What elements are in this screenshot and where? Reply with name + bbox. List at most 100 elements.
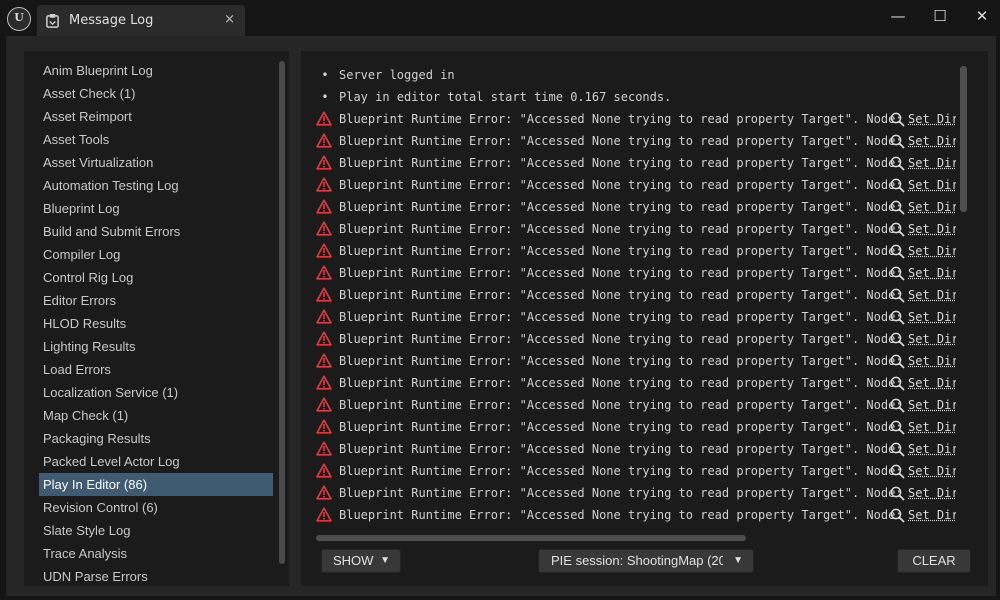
maximize-button[interactable]: ☐ [924, 4, 956, 28]
log-row-error[interactable]: Blueprint Runtime Error: "Accessed None … [316, 218, 956, 240]
sidebar-item[interactable]: Asset Virtualization [39, 151, 273, 174]
log-row-error[interactable]: Blueprint Runtime Error: "Accessed None … [316, 416, 956, 438]
node-link[interactable]: Set Dir [908, 174, 956, 196]
sidebar-item[interactable]: HLOD Results [39, 312, 273, 335]
sidebar-item[interactable]: Asset Reimport [39, 105, 273, 128]
log-row-error[interactable]: Blueprint Runtime Error: "Accessed None … [316, 284, 956, 306]
log-row-error[interactable]: Blueprint Runtime Error: "Accessed None … [316, 350, 956, 372]
find-in-blueprint-icon[interactable] [890, 486, 905, 501]
sidebar-item[interactable]: Asset Check (1) [39, 82, 273, 105]
node-link[interactable]: Set Dir [908, 438, 956, 460]
find-in-blueprint-icon[interactable] [890, 398, 905, 413]
log-text: Blueprint Runtime Error: "Accessed None … [339, 354, 903, 368]
tab-close-icon[interactable]: × [224, 12, 235, 27]
log-row-error[interactable]: Blueprint Runtime Error: "Accessed None … [316, 328, 956, 350]
sidebar-item[interactable]: Packed Level Actor Log [39, 450, 273, 473]
sidebar-scrollbar[interactable] [279, 61, 285, 564]
log-row-error[interactable]: Blueprint Runtime Error: "Accessed None … [316, 240, 956, 262]
category-list: Anim Blueprint Log Asset Check (1) Asset R… [39, 59, 273, 588]
tab-title: Message Log [69, 13, 154, 28]
log-row-error[interactable]: Blueprint Runtime Error: "Accessed None … [316, 130, 956, 152]
sidebar-item[interactable]: Asset Tools [39, 128, 273, 151]
find-in-blueprint-icon[interactable] [890, 156, 905, 171]
log-row-error[interactable]: Blueprint Runtime Error: "Accessed None … [316, 460, 956, 482]
log-row-error[interactable]: Blueprint Runtime Error: "Accessed None … [316, 394, 956, 416]
find-in-blueprint-icon[interactable] [890, 200, 905, 215]
find-in-blueprint-icon[interactable] [890, 134, 905, 149]
sidebar-item[interactable]: Play In Editor (86) [39, 473, 273, 496]
find-in-blueprint-icon[interactable] [890, 442, 905, 457]
node-link[interactable]: Set Dir [908, 152, 956, 174]
find-in-blueprint-icon[interactable] [890, 178, 905, 193]
log-text: Blueprint Runtime Error: "Accessed None … [339, 244, 903, 258]
sidebar-item[interactable]: Editor Errors [39, 289, 273, 312]
node-link[interactable]: Set Dir [908, 504, 956, 526]
log-row-error[interactable]: Blueprint Runtime Error: "Accessed None … [316, 262, 956, 284]
session-dropdown[interactable]: PIE session: ShootingMap (202 ▼ [538, 549, 754, 573]
sidebar-item[interactable]: Build and Submit Errors [39, 220, 273, 243]
log-row-error[interactable]: Blueprint Runtime Error: "Accessed None … [316, 196, 956, 218]
sidebar-item[interactable]: Slate Style Log [39, 519, 273, 542]
sidebar-item[interactable]: Lighting Results [39, 335, 273, 358]
node-link[interactable]: Set Dir [908, 460, 956, 482]
node-link[interactable]: Set Dir [908, 108, 956, 130]
log-row-error[interactable]: Blueprint Runtime Error: "Accessed None … [316, 438, 956, 460]
find-in-blueprint-icon[interactable] [890, 112, 905, 127]
find-in-blueprint-icon[interactable] [890, 332, 905, 347]
node-link[interactable]: Set Dir [908, 306, 956, 328]
node-link[interactable]: Set Dir [908, 240, 956, 262]
sidebar-item[interactable]: Packaging Results [39, 427, 273, 450]
log-row-error[interactable]: Blueprint Runtime Error: "Accessed None … [316, 372, 956, 394]
find-in-blueprint-icon[interactable] [890, 222, 905, 237]
sidebar-item[interactable]: Localization Service (1) [39, 381, 273, 404]
node-link[interactable]: Set Dir [908, 262, 956, 284]
unreal-logo-icon[interactable]: U [7, 7, 31, 31]
find-in-blueprint-icon[interactable] [890, 354, 905, 369]
error-icon [316, 397, 332, 412]
minimize-button[interactable]: — [882, 4, 914, 28]
log-horizontal-scrollbar[interactable] [316, 535, 746, 541]
node-link[interactable]: Set Dir [908, 284, 956, 306]
node-link[interactable]: Set Dir [908, 372, 956, 394]
tab-message-log[interactable]: Message Log × [37, 5, 245, 36]
node-link[interactable]: Set Dir [908, 482, 956, 504]
log-row-error[interactable]: Blueprint Runtime Error: "Accessed None … [316, 108, 956, 130]
sidebar-item[interactable]: Blueprint Log [39, 197, 273, 220]
find-in-blueprint-icon[interactable] [890, 288, 905, 303]
log-row-error[interactable]: Blueprint Runtime Error: "Accessed None … [316, 504, 956, 526]
clear-button[interactable]: CLEAR [897, 549, 971, 573]
sidebar-item[interactable]: UDN Parse Errors [39, 565, 273, 588]
find-in-blueprint-icon[interactable] [890, 464, 905, 479]
show-filter-button[interactable]: SHOW ▼ [321, 549, 401, 573]
find-in-blueprint-icon[interactable] [890, 310, 905, 325]
node-link[interactable]: Set Dir [908, 218, 956, 240]
error-icon [316, 221, 332, 236]
sidebar-item[interactable]: Load Errors [39, 358, 273, 381]
log-row-error[interactable]: Blueprint Runtime Error: "Accessed None … [316, 482, 956, 504]
node-link[interactable]: Set Dir [908, 394, 956, 416]
log-vertical-scrollbar[interactable] [960, 66, 967, 212]
find-in-blueprint-icon[interactable] [890, 420, 905, 435]
sidebar-item[interactable]: Map Check (1) [39, 404, 273, 427]
sidebar-item[interactable]: Automation Testing Log [39, 174, 273, 197]
log-row-error[interactable]: Blueprint Runtime Error: "Accessed None … [316, 152, 956, 174]
node-link[interactable]: Set Dir [908, 196, 956, 218]
node-link[interactable]: Set Dir [908, 350, 956, 372]
node-link[interactable]: Set Dir [908, 130, 956, 152]
sidebar-item[interactable]: Revision Control (6) [39, 496, 273, 519]
find-in-blueprint-icon[interactable] [890, 244, 905, 259]
find-in-blueprint-icon[interactable] [890, 508, 905, 523]
node-link[interactable]: Set Dir [908, 416, 956, 438]
category-sidebar: Anim Blueprint Log Asset Check (1) Asset R… [24, 51, 289, 586]
window-close-button[interactable]: ✕ [966, 4, 998, 28]
log-text: Blueprint Runtime Error: "Accessed None … [339, 486, 903, 500]
log-row-error[interactable]: Blueprint Runtime Error: "Accessed None … [316, 174, 956, 196]
log-row-error[interactable]: Blueprint Runtime Error: "Accessed None … [316, 306, 956, 328]
sidebar-item[interactable]: Control Rig Log [39, 266, 273, 289]
node-link[interactable]: Set Dir [908, 328, 956, 350]
find-in-blueprint-icon[interactable] [890, 266, 905, 281]
find-in-blueprint-icon[interactable] [890, 376, 905, 391]
sidebar-item[interactable]: Compiler Log [39, 243, 273, 266]
sidebar-item[interactable]: Anim Blueprint Log [39, 59, 273, 82]
sidebar-item[interactable]: Trace Analysis [39, 542, 273, 565]
